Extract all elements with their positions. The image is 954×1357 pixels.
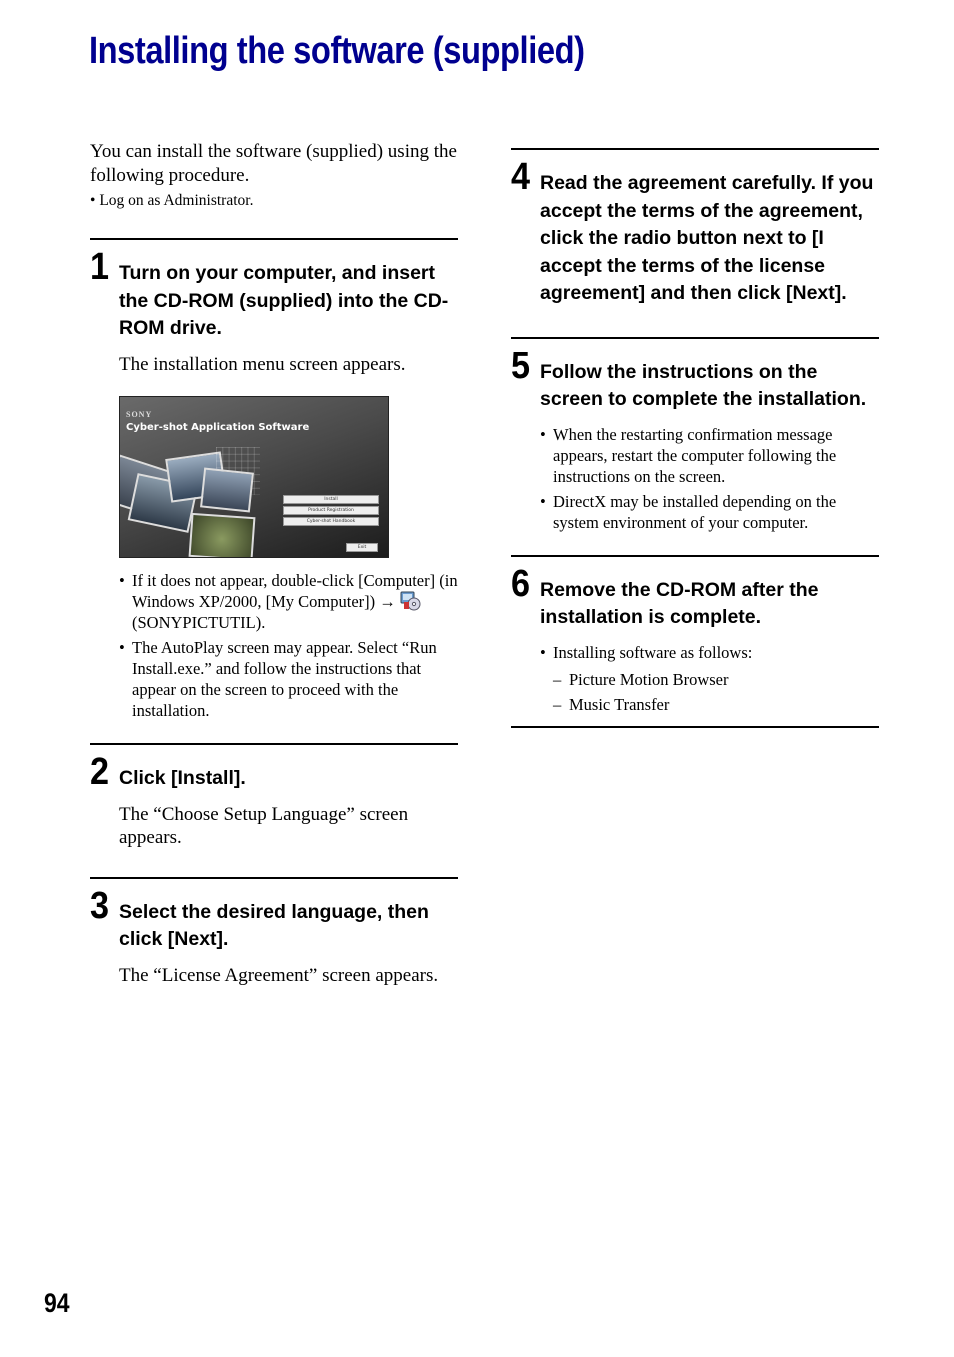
step-4: 4 Read the agreement carefully. If you a…: [511, 148, 879, 308]
section-end-rule: [511, 725, 879, 728]
software-list: Picture Motion Browser Music Transfer: [540, 667, 879, 717]
install-button: Install: [283, 495, 379, 504]
step-1: 1 Turn on your computer, and insert the …: [90, 238, 458, 721]
note-text: (SONYPICTUTIL).: [132, 613, 266, 632]
step-5-notes: When the restarting confirmation message…: [540, 424, 879, 533]
left-column: You can install the software (supplied) …: [90, 140, 458, 987]
intro-bullet: • Log on as Administrator.: [90, 192, 254, 209]
step-title: Turn on your computer, and insert the CD…: [119, 262, 449, 339]
step-number: 5: [511, 344, 531, 387]
product-registration-button: Product Registration: [283, 506, 379, 515]
step-number: 1: [90, 246, 110, 288]
intro-text: You can install the software (supplied) …: [90, 141, 457, 186]
step-title: Remove the CD-ROM after the installation…: [540, 578, 819, 629]
installer-title: Cyber-shot Application Software: [126, 422, 310, 433]
step-title: Follow the instructions on the screen to…: [540, 360, 867, 411]
step-1-notes: If it does not appear, double-click [Com…: [119, 570, 458, 721]
step-body: The “License Agreement” screen appears.: [119, 964, 439, 986]
note-item: The AutoPlay screen may appear. Select “…: [119, 637, 458, 721]
step-6-notes: Installing software as follows:: [540, 642, 879, 663]
sonypictutil-cd-icon: [400, 591, 422, 611]
step-title: Select the desired language, then click …: [119, 900, 429, 951]
step-number: 3: [90, 884, 110, 927]
note-item: DirectX may be installed depending on th…: [540, 491, 879, 533]
note-item: Installing software as follows:: [540, 642, 879, 663]
step-3: 3 Select the desired language, then clic…: [90, 876, 458, 988]
installer-screenshot: SONY Cyber-shot Application Software Ins…: [119, 396, 389, 558]
software-item: Music Transfer: [540, 692, 879, 717]
photo-thumbnail: [188, 512, 256, 557]
step-6: 6 Remove the CD-ROM after the installati…: [511, 554, 879, 717]
step-title: Click [Install].: [119, 767, 246, 789]
exit-button: Exit: [346, 543, 378, 552]
right-column: 4 Read the agreement carefully. If you a…: [511, 148, 879, 728]
step-body: The installation menu screen appears.: [119, 353, 406, 375]
page-number: 94: [44, 1288, 70, 1318]
step-2: 2 Click [Install]. The “Choose Setup Lan…: [90, 743, 458, 850]
note-item: If it does not appear, double-click [Com…: [119, 570, 458, 633]
page-title: Installing the software (supplied): [89, 30, 585, 72]
step-number: 2: [90, 751, 110, 793]
note-item: When the restarting confirmation message…: [540, 424, 879, 487]
step-5: 5 Follow the instructions on the screen …: [511, 336, 879, 533]
step-number: 4: [511, 156, 531, 198]
intro-bullet-text: Log on as Administrator.: [99, 192, 254, 209]
software-item: Picture Motion Browser: [540, 667, 879, 692]
photo-thumbnail: [200, 467, 254, 513]
handbook-button: Cyber-shot Handbook: [283, 517, 379, 526]
step-number: 6: [511, 562, 531, 605]
step-body: The “Choose Setup Language” screen appea…: [119, 803, 409, 849]
step-title: Read the agreement carefully. If you acc…: [540, 172, 874, 304]
